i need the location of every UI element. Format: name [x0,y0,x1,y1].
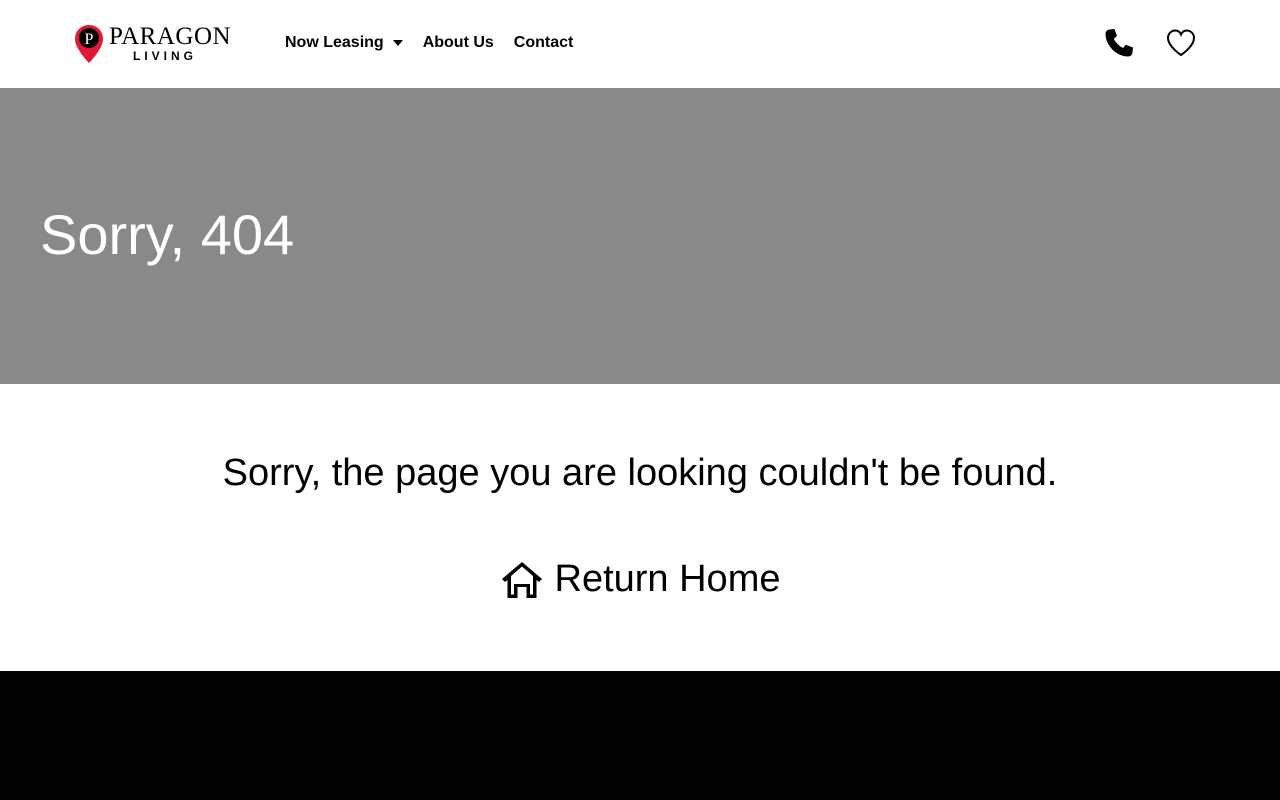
phone-icon[interactable] [1103,27,1135,59]
site-header: P PARAGON LIVING Now Leasing About Us Co… [0,0,1280,88]
nav-about-us[interactable]: About Us [423,34,494,52]
site-footer [0,671,1280,800]
home-icon [501,561,542,598]
brand-subname: LIVING [133,49,198,63]
chevron-down-icon [392,40,403,46]
main-nav: Now Leasing About Us Contact [285,34,573,52]
page-title: Sorry, 404 [40,203,295,266]
map-pin-icon: P [75,25,103,63]
heart-icon[interactable] [1165,27,1197,59]
brand-name: PARAGON [109,23,232,50]
svg-text:P: P [85,31,94,48]
not-found-message: Sorry, the page you are looking couldn't… [222,452,1058,494]
return-home-label: Return Home [554,558,781,600]
nav-contact-label: Contact [513,34,574,51]
nav-now-leasing-label: Now Leasing [285,34,384,51]
return-home-link[interactable]: Return Home [0,558,1280,601]
nav-contact[interactable]: Contact [514,34,574,52]
nav-about-us-label: About Us [422,34,494,51]
hero-banner: Sorry, 404 [0,88,1280,384]
brand-logo[interactable]: P PARAGON LIVING [74,24,234,64]
nav-now-leasing[interactable]: Now Leasing [285,34,403,52]
